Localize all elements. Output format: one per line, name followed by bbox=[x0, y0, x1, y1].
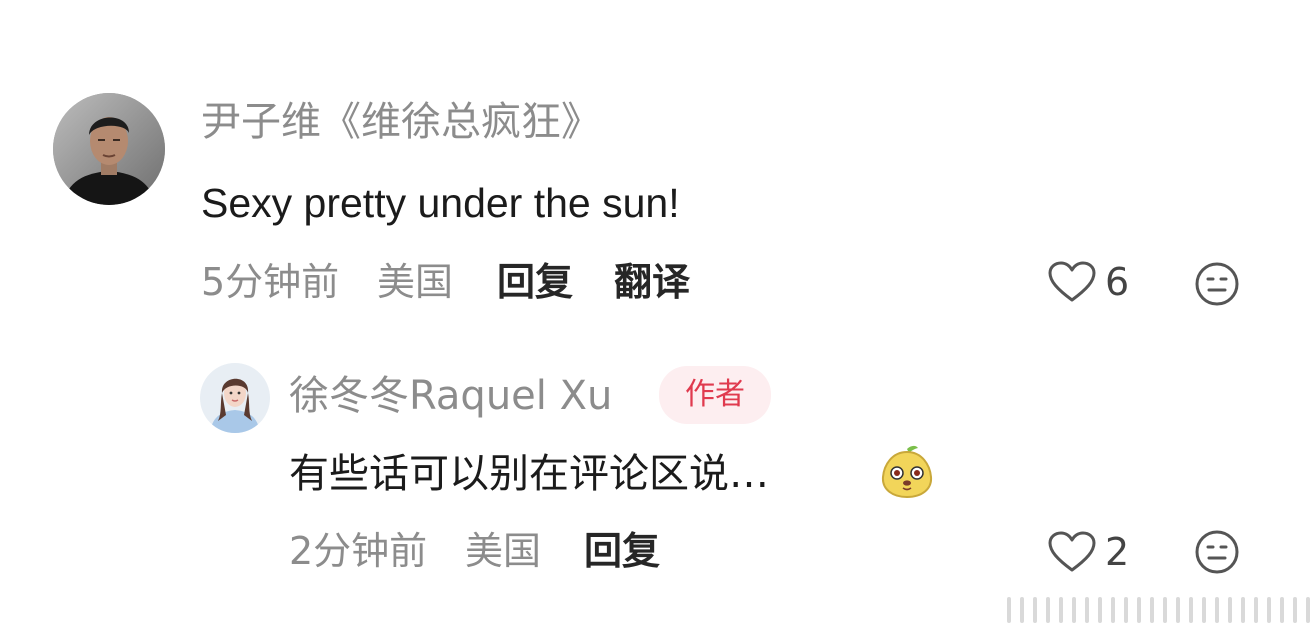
comment-location: 美国 bbox=[377, 260, 454, 304]
heart-icon bbox=[1048, 261, 1096, 302]
like-button[interactable]: 6 bbox=[1047, 260, 1129, 304]
reply-button[interactable]: 回复 bbox=[497, 263, 573, 301]
neutral-face-icon bbox=[1195, 262, 1239, 306]
commenter-avatar[interactable] bbox=[53, 93, 165, 205]
translate-button[interactable]: 翻译 bbox=[614, 263, 690, 301]
dislike-button[interactable] bbox=[1194, 529, 1240, 575]
avatar-photo-icon bbox=[200, 363, 270, 433]
heart-icon bbox=[1048, 531, 1096, 572]
reply-button[interactable]: 回复 bbox=[584, 532, 660, 570]
reply-text: 有些话可以别在评论区说… bbox=[289, 451, 769, 497]
pear-face-sticker-icon bbox=[878, 443, 936, 499]
comment-time: 5分钟前 bbox=[201, 260, 340, 304]
dislike-button[interactable] bbox=[1194, 261, 1240, 307]
commenter-username[interactable]: 尹子维《维徐总疯狂》 bbox=[201, 102, 601, 142]
like-count: 6 bbox=[1105, 260, 1130, 304]
like-button[interactable]: 2 bbox=[1047, 530, 1129, 574]
comment-thread: 尹子维《维徐总疯狂》 Sexy pretty under the sun! 5分… bbox=[0, 0, 1316, 631]
reply-time: 2分钟前 bbox=[289, 529, 428, 573]
like-count: 2 bbox=[1105, 530, 1130, 574]
author-avatar[interactable] bbox=[200, 363, 270, 433]
avatar-photo-icon bbox=[53, 93, 165, 205]
comment-text: Sexy pretty under the sun! bbox=[201, 180, 680, 226]
watermark-logo bbox=[1007, 597, 1310, 623]
reply-location: 美国 bbox=[465, 529, 542, 573]
author-badge: 作者 bbox=[659, 366, 771, 424]
author-username[interactable]: 徐冬冬Raquel Xu bbox=[289, 376, 612, 416]
neutral-face-icon bbox=[1195, 530, 1239, 574]
